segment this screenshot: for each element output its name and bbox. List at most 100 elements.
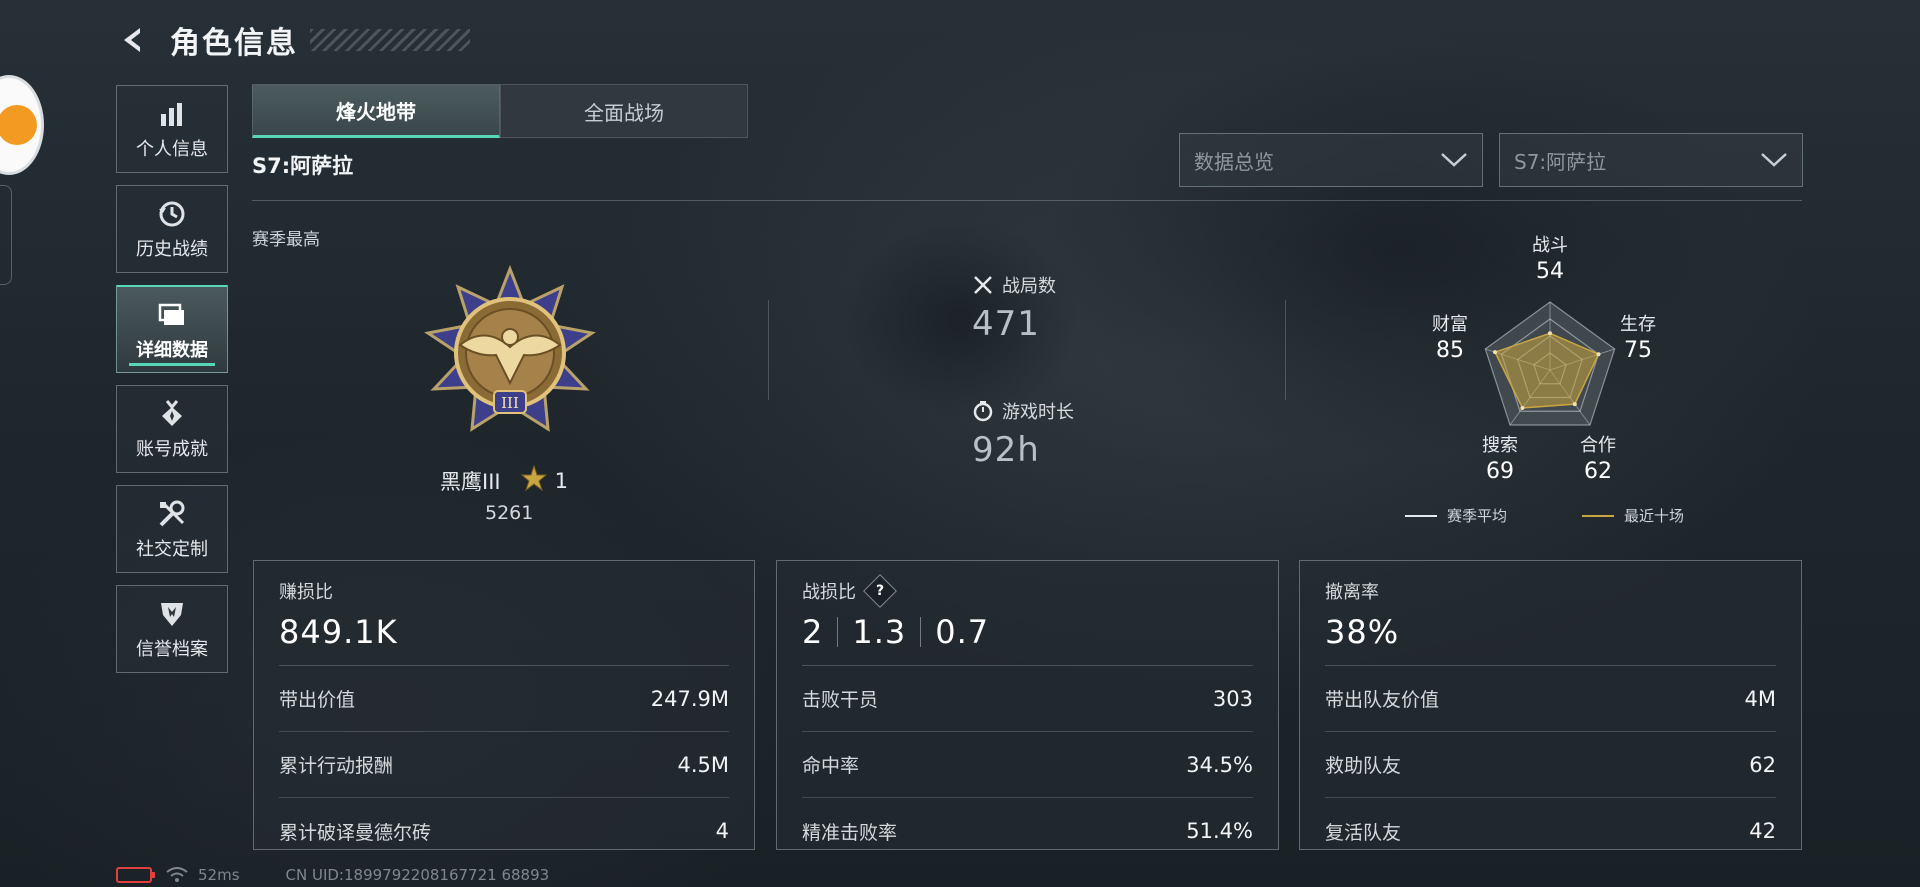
extract-rate-card: 撤离率 38% 带出队友价值 4M 救助队友 62 复活队友 42 (1299, 560, 1802, 850)
legend-label: 赛季平均 (1447, 507, 1508, 525)
status-bar: 52ms CN UID:1899792208167721 68893 (116, 866, 549, 884)
matches-stat: 战局数 471 (972, 272, 1056, 344)
value-separator (920, 617, 922, 647)
stopwatch-icon (972, 400, 994, 422)
folder-icon (155, 298, 189, 332)
assistant-icon (0, 105, 37, 145)
chevron-down-icon (1441, 153, 1467, 167)
radar-axis-label: 生存 (1620, 314, 1656, 335)
nav-label: 账号成就 (136, 439, 208, 460)
legend-season-average: 赛季平均 (1405, 505, 1507, 526)
vertical-divider (768, 300, 769, 400)
row-value: 4 (715, 819, 729, 843)
page-header: 角色信息 (116, 18, 470, 62)
card-title: 撤离率 (1325, 582, 1379, 603)
card-main-value: 849.1K (279, 613, 398, 651)
row-label: 带出价值 (279, 689, 356, 711)
back-arrow-icon[interactable] (116, 23, 150, 57)
crossed-swords-icon (972, 274, 994, 296)
rank-badge-icon: III (420, 264, 600, 445)
radar-axis-wealth: 财富 85 (1420, 314, 1480, 362)
legend-line (1405, 514, 1437, 517)
card-row: 救助队友 62 (1325, 732, 1776, 798)
legend-line (1582, 514, 1614, 517)
title-decoration-stripes (310, 29, 470, 51)
card-title-row: 战损比 ? (802, 574, 1253, 608)
row-value: 34.5% (1186, 752, 1253, 777)
help-icon[interactable]: ? (863, 574, 897, 608)
nav-item-achievements[interactable]: 账号成就 (116, 385, 228, 473)
row-label: 累计破译曼德尔砖 (279, 821, 432, 844)
season-best-label: 赛季最高 (252, 230, 320, 250)
tools-icon (155, 497, 189, 531)
season-label: S7:阿萨拉 (252, 154, 354, 178)
row-value: 247.9M (650, 686, 729, 711)
rank-star-count: 1 (554, 468, 568, 493)
radar-axis-value: 54 (1536, 259, 1564, 284)
nav-item-personal-info[interactable]: 个人信息 (116, 85, 228, 173)
playtime-label: 游戏时长 (1002, 402, 1074, 423)
radar-axis-label: 战斗 (1532, 235, 1568, 256)
rank-name-row: 黑鹰III 1 (440, 464, 568, 496)
radar-point (1548, 331, 1552, 336)
card-row: 复活队友 42 (1325, 798, 1776, 864)
card-main-value: 38% (1325, 613, 1400, 651)
row-label: 复活队友 (1325, 821, 1402, 844)
card-row: 带出价值 247.9M (279, 666, 729, 732)
card-main-values: 2 1.3 0.7 (802, 609, 1253, 655)
row-value: 51.4% (1186, 819, 1253, 843)
section-divider (252, 200, 1802, 201)
kd-value-1: 2 (802, 613, 824, 651)
rank-name: 黑鹰III (440, 469, 501, 494)
page-title: 角色信息 (170, 26, 298, 61)
star-icon (520, 464, 547, 496)
data-type-dropdown[interactable]: 数据总览 (1179, 133, 1483, 187)
ability-radar: 战斗 54 生存 75 合作 62 搜索 69 财富 85 (1420, 230, 1680, 530)
row-label: 击败干员 (802, 689, 879, 711)
kd-ratio-card: 战损比 ? 2 1.3 0.7 击败干员 303 命中率 34.5% 精准击败率 51… (776, 560, 1279, 850)
dropdown-value: 数据总览 (1194, 149, 1274, 174)
radar-point (1596, 352, 1601, 357)
tab-full-battlefield[interactable]: 全面战场 (500, 84, 748, 138)
vertical-divider (1285, 300, 1286, 400)
user-uid: CN UID:1899792208167721 68893 (285, 866, 550, 884)
row-label: 救助队友 (1325, 755, 1402, 777)
rank-numeral: III (501, 394, 519, 412)
tab-hazard-zone[interactable]: 烽火地带 (252, 84, 500, 138)
radar-axis-combat: 战斗 54 (1520, 235, 1580, 283)
row-value: 303 (1212, 686, 1253, 711)
chevron-down-icon (1761, 153, 1787, 167)
nav-item-detailed-data[interactable]: 详细数据 (116, 285, 228, 373)
battery-icon (116, 867, 155, 883)
row-value: 4.5M (677, 752, 729, 777)
mode-tabs: 烽火地带 全面战场 (252, 84, 748, 138)
radar-axis-value: 85 (1436, 338, 1464, 363)
playtime-stat: 游戏时长 92h (972, 398, 1074, 470)
radar-point (1572, 402, 1577, 407)
nav-item-history[interactable]: 历史战绩 (116, 185, 228, 273)
shield-icon (155, 597, 189, 631)
row-label: 精准击败率 (802, 821, 898, 844)
nav-label: 个人信息 (136, 139, 208, 160)
card-title: 赚损比 (279, 582, 333, 603)
nav-item-social-custom[interactable]: 社交定制 (116, 485, 228, 573)
ping-value: 52ms (198, 866, 240, 884)
nav-label: 信誉档案 (136, 639, 208, 660)
value-separator (837, 617, 839, 647)
radar-point (1493, 350, 1498, 355)
wifi-icon (166, 867, 188, 883)
radar-point (1520, 405, 1525, 410)
nav-item-reputation[interactable]: 信誉档案 (116, 585, 228, 673)
floating-assistant-widget[interactable] (0, 75, 44, 175)
card-title: 战损比 (802, 582, 856, 603)
card-row: 累计行动报酬 4.5M (279, 732, 729, 798)
radar-axis-cooperation: 合作 62 (1568, 435, 1628, 483)
radar-axis-value: 62 (1584, 459, 1612, 484)
side-nav: 个人信息 历史战绩 详细数据 账号成就 社交定制 信誉档案 (116, 85, 228, 685)
row-label: 带出队友价值 (1325, 689, 1440, 711)
season-dropdown[interactable]: S7:阿萨拉 (1499, 133, 1803, 187)
edge-pull-tab[interactable] (0, 185, 12, 285)
radar-axis-survival: 生存 75 (1608, 314, 1668, 362)
kd-value-2: 1.3 (852, 613, 907, 651)
row-label: 累计行动报酬 (279, 755, 394, 777)
